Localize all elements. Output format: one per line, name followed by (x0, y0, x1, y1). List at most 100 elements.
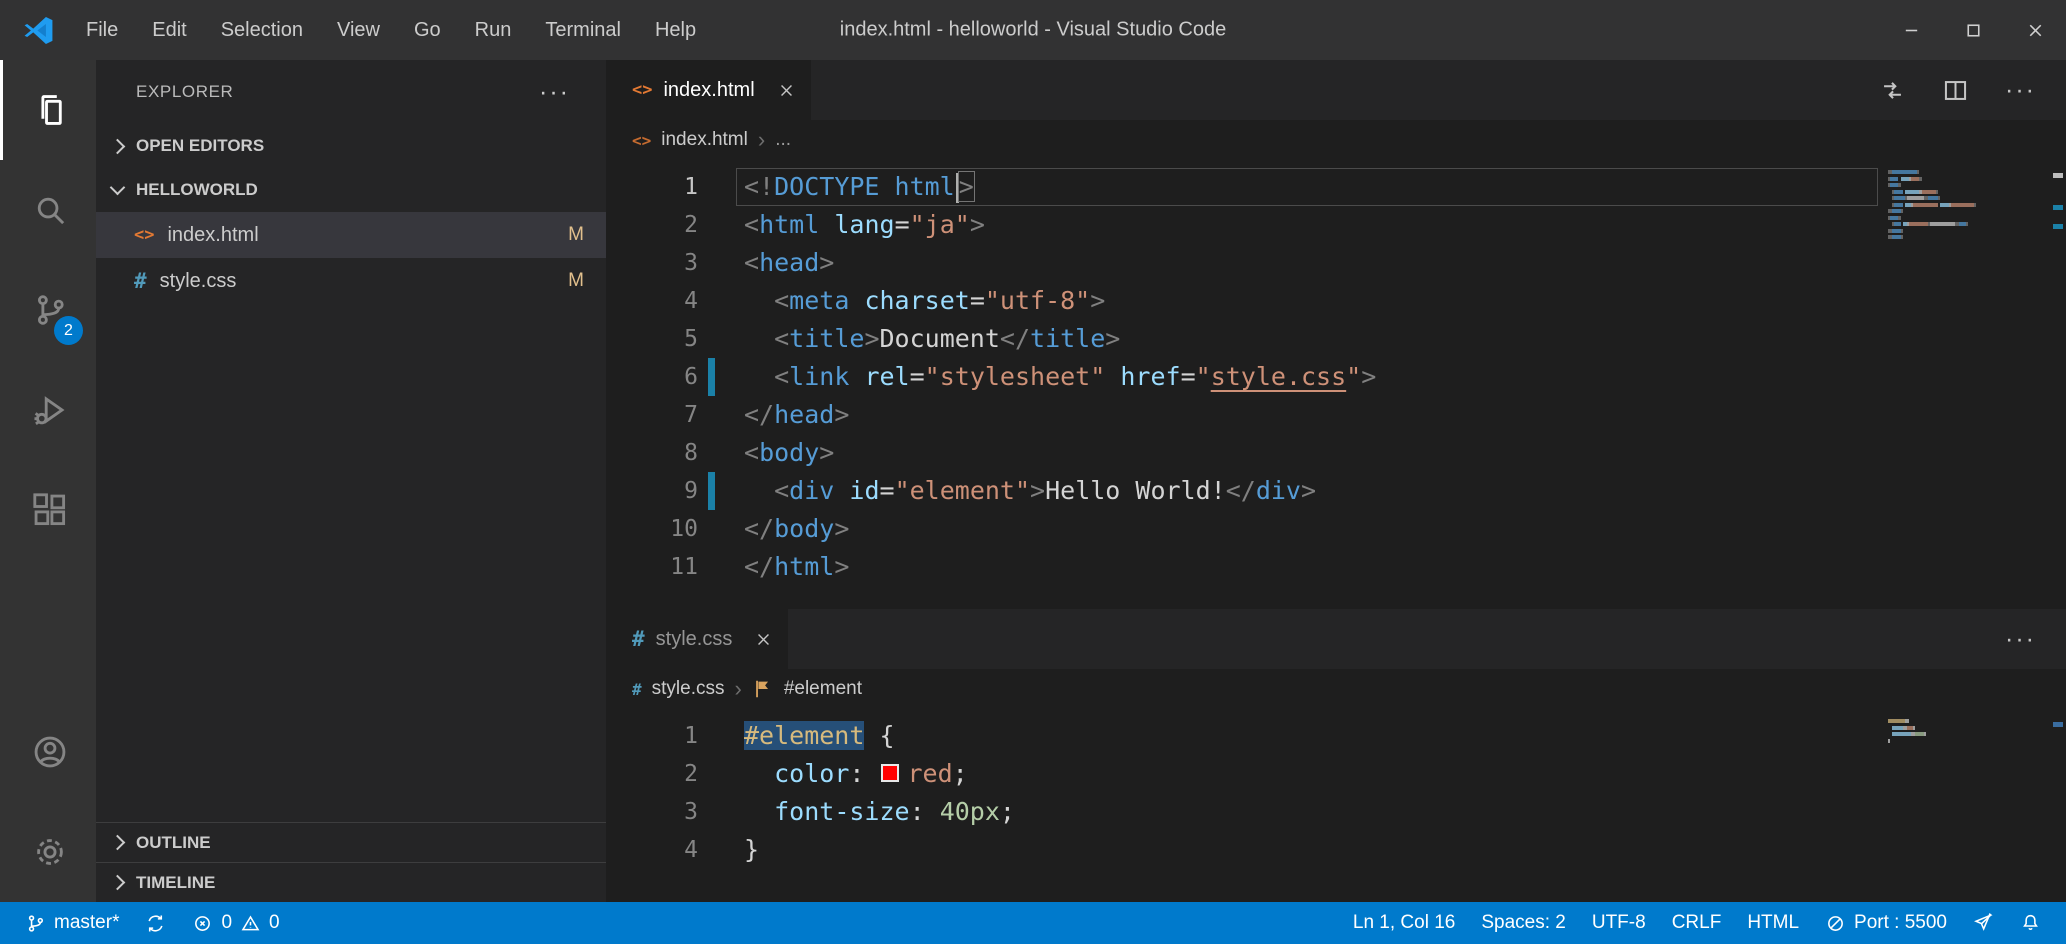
code-token: = (910, 362, 925, 391)
git-modified-gutter (708, 358, 715, 396)
breadcrumb-symbol[interactable]: #element (784, 678, 862, 700)
indentation-status[interactable]: Spaces: 2 (1468, 912, 1579, 934)
code-token: > (1105, 324, 1120, 353)
menu-view[interactable]: View (320, 0, 397, 60)
code-token: < (744, 210, 759, 239)
tab-close-button[interactable] (755, 631, 772, 648)
eol-status[interactable]: CRLF (1659, 912, 1735, 934)
git-modified-gutter (708, 320, 715, 358)
git-branch-status[interactable]: master* (12, 902, 132, 944)
git-modified-gutter (708, 434, 715, 472)
code-line-11[interactable]: 11</html> (606, 548, 2066, 586)
tab-close-button[interactable] (778, 82, 795, 99)
code-line-7[interactable]: 7</head> (606, 396, 2066, 434)
code-token: " (1196, 362, 1211, 391)
code-line-9[interactable]: 9 <div id="element">Hello World!</div> (606, 472, 2066, 510)
line-number: 1 (606, 168, 698, 206)
more-actions-icon[interactable]: ··· (2005, 76, 2036, 105)
scm-badge: 2 (54, 316, 83, 345)
code-line-1[interactable]: 1<!DOCTYPE html> (606, 168, 2066, 206)
explorer-button[interactable] (0, 60, 96, 160)
minimap[interactable] (1888, 719, 2040, 745)
code-token: > (834, 514, 849, 543)
tab-label: index.html (663, 79, 754, 102)
settings-button[interactable] (0, 802, 96, 902)
code-line-2[interactable]: 2 color: red; (606, 755, 2066, 793)
sync-button[interactable] (132, 902, 179, 944)
file-name: index.html (167, 224, 258, 247)
menu-help[interactable]: Help (638, 0, 713, 60)
search-button[interactable] (0, 160, 96, 260)
tab-bar: <> index.html ··· (606, 60, 2066, 120)
code-token: rel (864, 362, 909, 391)
code-line-1[interactable]: 1#element { (606, 717, 2066, 755)
code-editor-html[interactable]: 1<!DOCTYPE html>2<html lang="ja">3<head>… (606, 160, 2066, 586)
source-control-button[interactable]: 2 (0, 260, 96, 360)
live-server-port[interactable]: Port : 5500 (1812, 912, 1960, 934)
open-editors-section[interactable]: OPEN EDITORS (96, 124, 606, 168)
minimap[interactable] (1888, 170, 2040, 242)
feedback-button[interactable] (1960, 912, 2007, 933)
code-token: = (970, 286, 985, 315)
split-editor-icon[interactable] (1942, 77, 1969, 104)
editor-group-css: # style.css ··· # style.css › #element (606, 609, 2066, 902)
code-line-10[interactable]: 10</body> (606, 510, 2066, 548)
maximize-button[interactable] (1942, 0, 2004, 60)
code-text: } (715, 831, 759, 869)
views-more-actions-icon[interactable]: ··· (539, 78, 570, 107)
run-debug-button[interactable] (0, 360, 96, 460)
more-actions-icon[interactable]: ··· (2005, 625, 2036, 654)
menu-file[interactable]: File (69, 0, 135, 60)
language-mode[interactable]: HTML (1734, 912, 1812, 934)
minimap-line (1888, 209, 2040, 213)
line-number: 10 (606, 510, 698, 548)
code-line-5[interactable]: 5 <title>Document</title> (606, 320, 2066, 358)
accounts-button[interactable] (0, 702, 96, 802)
menu-run[interactable]: Run (458, 0, 529, 60)
code-line-2[interactable]: 2<html lang="ja"> (606, 206, 2066, 244)
menu-go[interactable]: Go (397, 0, 458, 60)
code-text: <link rel="stylesheet" href="style.css"> (715, 358, 1376, 396)
git-modified-gutter (708, 244, 715, 282)
code-text: <meta charset="utf-8"> (715, 282, 1105, 320)
menu-edit[interactable]: Edit (135, 0, 203, 60)
extensions-button[interactable] (0, 460, 96, 560)
line-number: 11 (606, 548, 698, 586)
git-modified-badge: M (568, 224, 584, 246)
menu-terminal[interactable]: Terminal (528, 0, 638, 60)
code-lines: 1<!DOCTYPE html>2<html lang="ja">3<head>… (606, 168, 2066, 586)
minimize-button[interactable] (1880, 0, 1942, 60)
code-token (819, 210, 834, 239)
code-token: > (819, 248, 834, 277)
close-button[interactable] (2004, 0, 2066, 60)
timeline-section[interactable]: TIMELINE (96, 862, 606, 902)
outline-section[interactable]: OUTLINE (96, 822, 606, 862)
line-number: 9 (606, 472, 698, 510)
menu-selection[interactable]: Selection (204, 0, 320, 60)
tab-index-html[interactable]: <> index.html (606, 60, 811, 120)
close-icon (778, 82, 795, 99)
file-row-style.css[interactable]: #style.cssM (96, 258, 606, 304)
file-row-index.html[interactable]: <>index.htmlM (96, 212, 606, 258)
breadcrumb-tail[interactable]: ... (775, 129, 791, 151)
minimap-token (1938, 196, 1940, 200)
code-editor-css[interactable]: 1#element {2 color: red;3 font-size: 40p… (606, 709, 2066, 869)
code-line-8[interactable]: 8<body> (606, 434, 2066, 472)
code-line-4[interactable]: 4 <meta charset="utf-8"> (606, 282, 2066, 320)
code-line-4[interactable]: 4} (606, 831, 2066, 869)
tab-style-css[interactable]: # style.css (606, 609, 788, 669)
code-line-3[interactable]: 3 font-size: 40px; (606, 793, 2066, 831)
warning-count: 0 (269, 912, 280, 934)
folder-section[interactable]: HELLOWORLD (96, 168, 606, 212)
breadcrumb-file[interactable]: style.css (652, 678, 725, 700)
notifications-button[interactable] (2007, 912, 2054, 933)
encoding-status[interactable]: UTF-8 (1579, 912, 1659, 934)
problems-status[interactable]: 0 0 (179, 902, 292, 944)
minimap-line (1888, 183, 2040, 187)
breadcrumb-file[interactable]: index.html (661, 129, 748, 151)
cursor-position[interactable]: Ln 1, Col 16 (1340, 912, 1468, 934)
open-changes-icon[interactable] (1879, 77, 1906, 104)
code-line-3[interactable]: 3<head> (606, 244, 2066, 282)
code-line-6[interactable]: 6 <link rel="stylesheet" href="style.css… (606, 358, 2066, 396)
minimap-token (1892, 209, 1900, 213)
